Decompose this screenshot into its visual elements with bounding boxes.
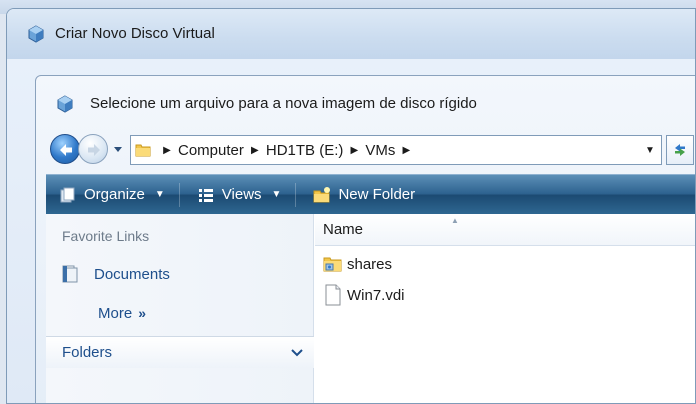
new-folder-label: New Folder — [338, 186, 416, 203]
outer-titlebar: Criar Novo Disco Virtual — [7, 9, 695, 59]
forward-button[interactable] — [78, 134, 108, 164]
views-menu-button[interactable]: Views ▼ — [184, 175, 292, 214]
back-button[interactable] — [50, 134, 80, 164]
outer-window-title: Criar Novo Disco Virtual — [55, 25, 215, 42]
sort-ascending-icon: ▲ — [451, 216, 459, 225]
chevron-down-icon: ▼ — [154, 189, 165, 200]
blank-file-icon — [325, 284, 341, 306]
breadcrumb-computer[interactable]: Computer — [176, 142, 246, 159]
breadcrumb-separator-icon[interactable]: ▶ — [345, 145, 363, 156]
virtualbox-icon — [27, 25, 45, 43]
file-list-pane: Name ▲ shares Win7.vdi — [315, 214, 695, 403]
new-folder-button[interactable]: New Folder — [300, 175, 425, 214]
breadcrumb-separator-icon[interactable]: ▶ — [158, 145, 176, 156]
refresh-icon — [675, 144, 685, 156]
favorite-links-header: Favorite Links — [62, 228, 150, 244]
toolbar-divider — [178, 182, 180, 207]
list-item[interactable]: Win7.vdi — [323, 284, 405, 306]
command-toolbar: Organize ▼ Views ▼ New Folder — [46, 174, 695, 214]
organize-icon — [60, 187, 75, 202]
back-arrow-icon — [60, 144, 72, 156]
refresh-button[interactable] — [666, 135, 694, 165]
new-folder-icon — [313, 186, 331, 202]
outer-dialog-window: Criar Novo Disco Virtual Selecione um ar… — [6, 8, 696, 404]
navigation-bar: ▶ Computer ▶ HD1TB (E:) ▶ VMs ▶ ▼ — [46, 129, 695, 169]
file-name: shares — [347, 255, 393, 273]
recent-pages-dropdown-icon[interactable] — [112, 143, 124, 155]
breadcrumb-drive[interactable]: HD1TB (E:) — [264, 142, 346, 159]
file-dialog-window: Selecione um arquivo para a nova imagem … — [35, 75, 695, 403]
views-icon — [198, 188, 213, 202]
address-dropdown-icon[interactable]: ▼ — [639, 136, 661, 164]
more-label: More — [98, 305, 133, 322]
breadcrumb-separator-icon[interactable]: ▶ — [246, 145, 264, 156]
dialog-body: Favorite Links Documents More » Folders N… — [46, 214, 695, 403]
virtualbox-icon — [56, 95, 74, 113]
navigation-pane: Favorite Links Documents More » Folders — [46, 214, 314, 403]
shared-folder-icon — [323, 257, 342, 272]
address-bar[interactable]: ▶ Computer ▶ HD1TB (E:) ▶ VMs ▶ ▼ — [130, 135, 662, 165]
file-name: Win7.vdi — [347, 286, 405, 304]
more-favorites-link[interactable]: More » — [98, 305, 146, 322]
chevron-down-icon: ▼ — [271, 189, 282, 200]
dialog-title: Selecione um arquivo para a nova imagem … — [90, 95, 477, 112]
breadcrumb-separator-icon[interactable]: ▶ — [397, 145, 415, 156]
column-header-label: Name — [323, 221, 364, 238]
documents-icon — [62, 265, 78, 283]
toolbar-divider — [295, 182, 297, 207]
folders-toggle[interactable]: Folders — [46, 336, 314, 368]
forward-arrow-icon — [88, 144, 100, 156]
sidebar-item-label: Documents — [94, 265, 170, 283]
views-label: Views — [221, 186, 262, 203]
folder-icon — [135, 144, 151, 157]
double-chevron-icon: » — [138, 305, 146, 321]
list-item[interactable]: shares — [323, 253, 392, 275]
folders-label: Folders — [62, 344, 113, 361]
chevron-down-icon — [291, 348, 303, 356]
name-column-header[interactable]: Name ▲ — [315, 214, 695, 246]
breadcrumb-vms[interactable]: VMs — [363, 142, 397, 159]
organize-menu-button[interactable]: Organize ▼ — [46, 175, 175, 214]
organize-label: Organize — [84, 186, 145, 203]
sidebar-item-documents[interactable]: Documents — [60, 264, 170, 284]
